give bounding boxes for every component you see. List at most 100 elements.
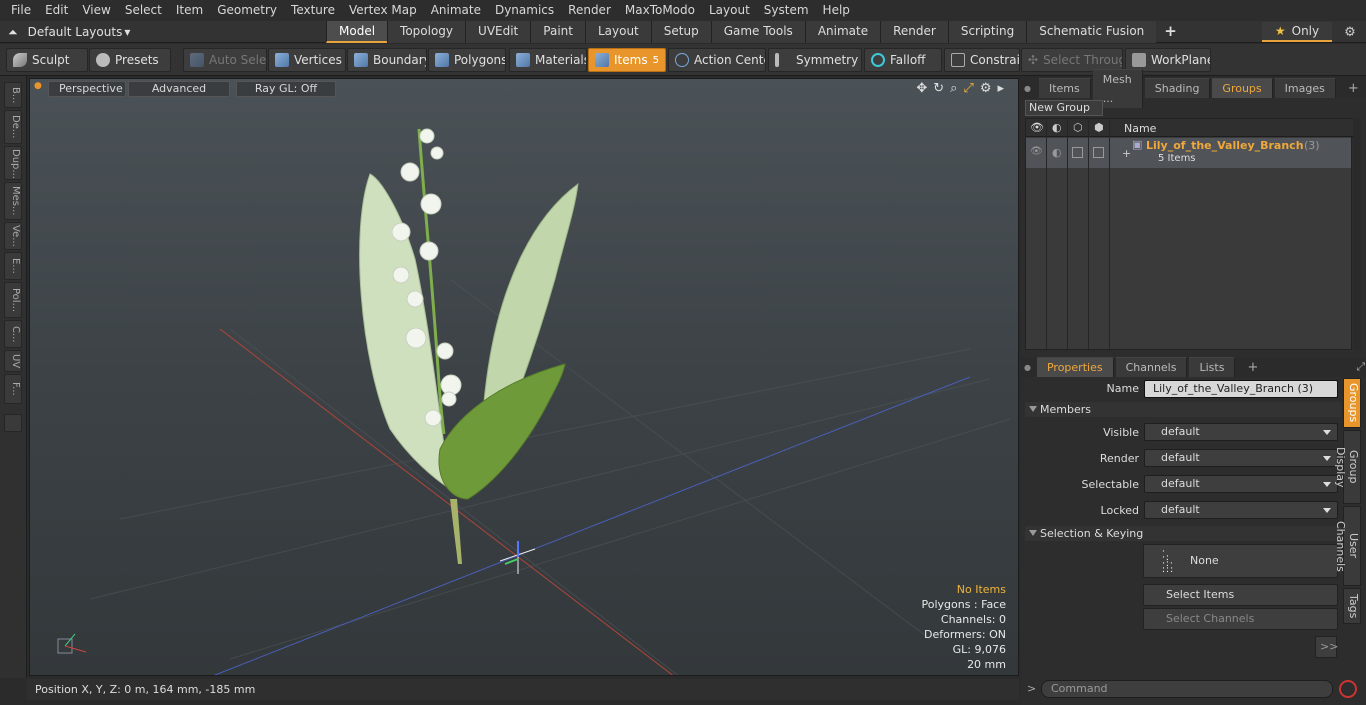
materials-button[interactable]: Materials: [509, 48, 587, 72]
select-cube-icon[interactable]: ⬢: [1094, 121, 1104, 134]
add-tab-button[interactable]: +: [1156, 21, 1185, 43]
tab-topology[interactable]: Topology: [387, 21, 466, 43]
properties-menu-dot[interactable]: ●: [1021, 363, 1031, 372]
row-select-checkbox[interactable]: [1093, 147, 1104, 158]
tab-paint[interactable]: Paint: [530, 21, 585, 43]
tab-game-tools[interactable]: Game Tools: [710, 21, 805, 43]
tab-groups[interactable]: Groups: [1212, 78, 1273, 98]
rotate-icon[interactable]: ↻: [933, 81, 944, 96]
tab-setup[interactable]: Setup: [650, 21, 711, 43]
raygl-toggle[interactable]: Ray GL: Off: [236, 81, 336, 97]
selectable-dropdown[interactable]: default: [1144, 475, 1338, 493]
tab-scripting[interactable]: Scripting: [947, 21, 1027, 43]
left-tab-basic[interactable]: B...: [4, 82, 22, 108]
viewport-menu-dot[interactable]: ●: [34, 81, 42, 91]
groups-scrollbar[interactable]: [1353, 118, 1361, 350]
symmetry-button[interactable]: Symmetry: [768, 48, 862, 72]
side-tab-group-display[interactable]: Group Display: [1334, 430, 1361, 504]
layout-selector[interactable]: ⏶ Default Layouts ▾: [0, 21, 130, 43]
tab-channels[interactable]: Channels: [1115, 357, 1188, 377]
tab-animate[interactable]: Animate: [804, 21, 881, 43]
side-tab-user-channels[interactable]: User Channels: [1334, 506, 1361, 586]
left-tab-mesh[interactable]: Mes...: [4, 182, 22, 220]
viewport-settings-icon[interactable]: ⚙: [980, 81, 992, 96]
action-center-button[interactable]: Action Center: [668, 48, 766, 72]
maximize-icon[interactable]: ⤢: [963, 81, 973, 96]
polygons-button[interactable]: Polygons: [428, 48, 506, 72]
menu-maxtomodo[interactable]: MaxToModo: [618, 0, 702, 21]
advanced-dropdown[interactable]: Advanced: [128, 81, 230, 97]
name-field[interactable]: Lily_of_the_Valley_Branch (3): [1144, 380, 1338, 398]
menu-geometry[interactable]: Geometry: [210, 0, 284, 21]
render-dropdown[interactable]: default: [1144, 449, 1338, 467]
tab-lists[interactable]: Lists: [1189, 357, 1236, 377]
panel-menu-dot[interactable]: ●: [1021, 84, 1031, 93]
pan-icon[interactable]: ✥: [916, 81, 927, 96]
menu-animate[interactable]: Animate: [424, 0, 488, 21]
properties-expand-icon[interactable]: ⤢: [1356, 360, 1365, 374]
tab-properties[interactable]: Properties: [1036, 357, 1114, 377]
menu-select[interactable]: Select: [118, 0, 169, 21]
left-tab-deform[interactable]: De...: [4, 110, 22, 144]
none-button[interactable]: · ·: ·:·::: None: [1143, 544, 1338, 578]
menu-file[interactable]: File: [4, 0, 38, 21]
auto-select-button[interactable]: Auto Select: [183, 48, 267, 72]
perspective-dropdown[interactable]: Perspective: [48, 81, 126, 97]
left-tab-duplicate[interactable]: Dup...: [4, 146, 22, 180]
lock-cube-icon[interactable]: ⬡: [1073, 121, 1083, 134]
command-input[interactable]: Command: [1041, 680, 1333, 698]
group-row[interactable]: 👁 ◐ + ▣ Lily_of_the_Valley_Branch (3) 5 …: [1026, 138, 1351, 168]
menu-dynamics[interactable]: Dynamics: [488, 0, 561, 21]
group-name[interactable]: Lily_of_the_Valley_Branch: [1146, 139, 1304, 152]
menu-render[interactable]: Render: [561, 0, 618, 21]
new-group-button[interactable]: New Group: [1025, 100, 1103, 116]
left-tab-more[interactable]: [4, 414, 22, 432]
row-render-icon[interactable]: ◐: [1052, 146, 1062, 159]
side-tab-tags[interactable]: Tags: [1343, 588, 1361, 624]
zoom-icon[interactable]: ⌕: [950, 81, 957, 96]
menu-layout[interactable]: Layout: [702, 0, 757, 21]
presets-button[interactable]: Presets: [89, 48, 171, 72]
items-button[interactable]: Items 5: [588, 48, 666, 72]
left-tab-vertex[interactable]: Ve...: [4, 222, 22, 250]
more-button[interactable]: >>: [1315, 636, 1338, 658]
tab-shading[interactable]: Shading: [1144, 78, 1211, 98]
select-items-button[interactable]: Select Items: [1143, 584, 1338, 606]
left-tab-curve[interactable]: C...: [4, 320, 22, 348]
menu-help[interactable]: Help: [816, 0, 857, 21]
eye-icon[interactable]: 👁: [1030, 121, 1044, 134]
members-section[interactable]: Members: [1025, 402, 1341, 417]
tab-schematic-fusion[interactable]: Schematic Fusion: [1026, 21, 1157, 43]
row-lock-checkbox[interactable]: [1072, 147, 1083, 158]
locked-dropdown[interactable]: default: [1144, 501, 1338, 519]
only-toggle[interactable]: ★ Only: [1262, 22, 1332, 42]
render-icon[interactable]: ◐: [1052, 121, 1062, 134]
3d-viewport[interactable]: ● Perspective Advanced Ray GL: Off ✥ ↻ ⌕…: [29, 78, 1019, 676]
record-icon[interactable]: [1339, 680, 1357, 698]
sculpt-button[interactable]: Sculpt: [6, 48, 88, 72]
visible-dropdown[interactable]: default: [1144, 423, 1338, 441]
left-tab-uv[interactable]: UV: [4, 350, 22, 372]
left-tab-edge[interactable]: E...: [4, 252, 22, 280]
row-eye-icon[interactable]: 👁: [1030, 146, 1043, 157]
gear-icon[interactable]: ⚙: [1340, 21, 1360, 43]
tab-render[interactable]: Render: [880, 21, 948, 43]
tab-items[interactable]: Items: [1038, 78, 1091, 98]
menu-item[interactable]: Item: [169, 0, 210, 21]
menu-view[interactable]: View: [75, 0, 117, 21]
tab-uvedit[interactable]: UVEdit: [465, 21, 531, 43]
add-panel-tab-button[interactable]: +: [1338, 79, 1366, 98]
menu-edit[interactable]: Edit: [38, 0, 75, 21]
select-channels-button[interactable]: Select Channels: [1143, 608, 1338, 630]
falloff-button[interactable]: Falloff: [864, 48, 942, 72]
vertices-button[interactable]: Vertices1: [268, 48, 346, 72]
boundary-button[interactable]: Boundary: [347, 48, 427, 72]
expand-plus-icon[interactable]: +: [1122, 147, 1131, 160]
tab-images[interactable]: Images: [1274, 78, 1336, 98]
menu-system[interactable]: System: [757, 0, 816, 21]
left-tab-polygon[interactable]: Pol...: [4, 282, 22, 318]
add-properties-tab-button[interactable]: +: [1237, 358, 1268, 377]
collapse-arrow-icon[interactable]: ⏶: [8, 25, 18, 40]
menu-texture[interactable]: Texture: [284, 0, 342, 21]
left-tab-fusion[interactable]: F...: [4, 374, 22, 404]
